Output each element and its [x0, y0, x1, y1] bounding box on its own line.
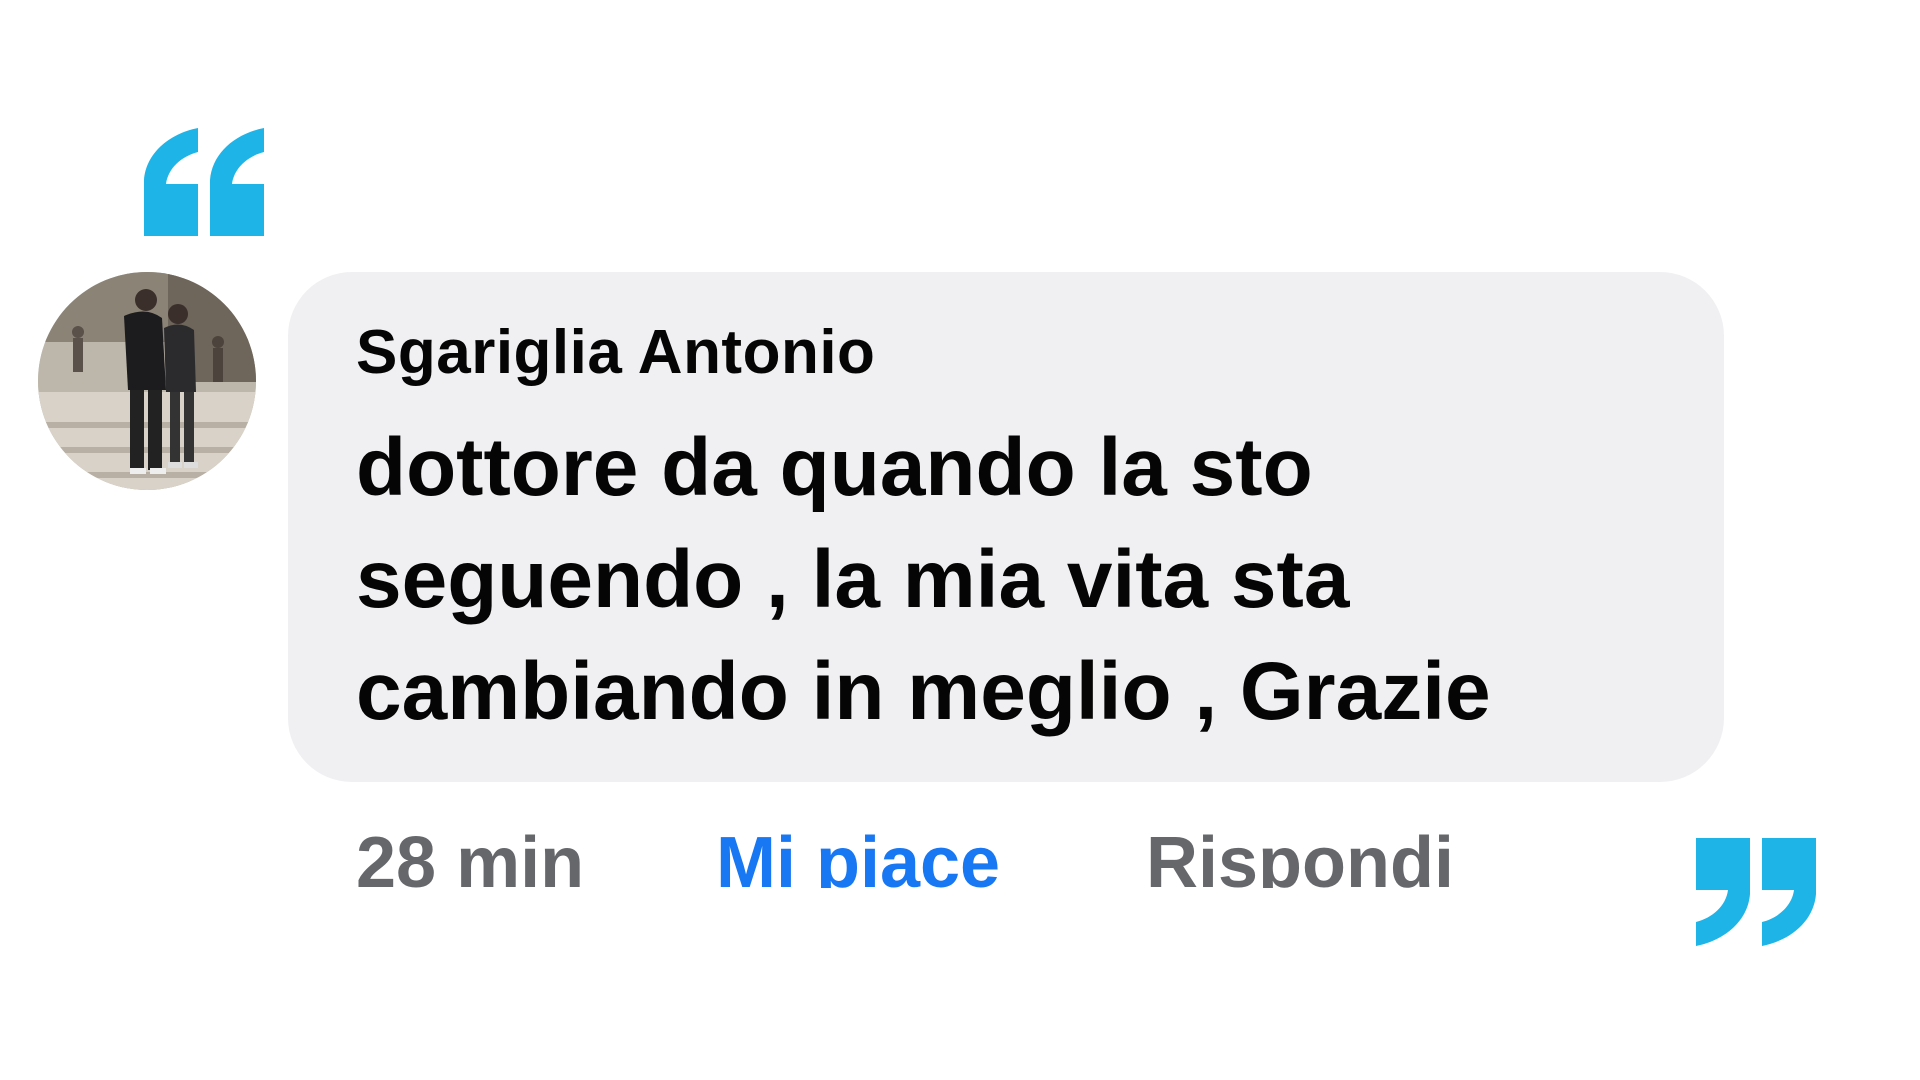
comment-timestamp[interactable]: 28 min: [356, 818, 716, 888]
like-button[interactable]: Mi piace: [716, 818, 1146, 888]
avatar[interactable]: [38, 272, 256, 490]
comment-card: Sgariglia Antonio dottore da quando la s…: [0, 0, 1920, 1080]
comment-bubble: Sgariglia Antonio dottore da quando la s…: [288, 272, 1724, 782]
comment-text: dottore da quando la sto seguendo , la m…: [356, 422, 1491, 737]
reply-button[interactable]: Rispondi: [1146, 818, 1454, 888]
comment-author[interactable]: Sgariglia Antonio: [356, 322, 1684, 384]
quote-open-icon: [144, 128, 264, 236]
quote-close-icon: [1696, 838, 1816, 946]
comment-actions: 28 min Mi piace Rispondi: [356, 818, 1454, 888]
